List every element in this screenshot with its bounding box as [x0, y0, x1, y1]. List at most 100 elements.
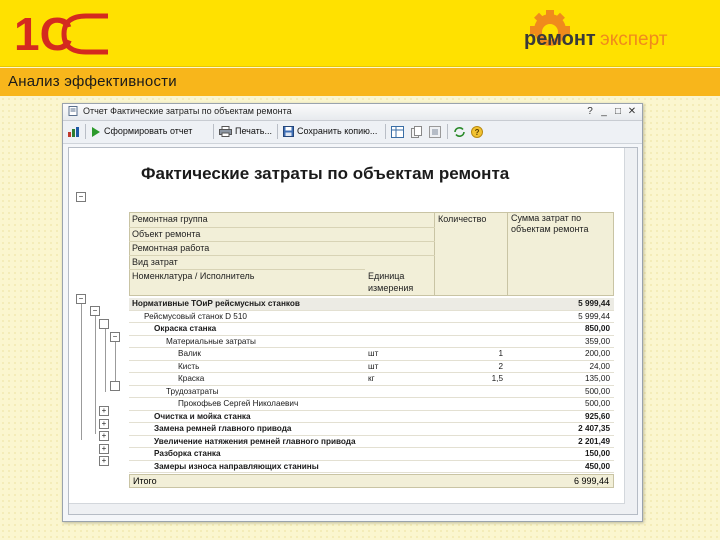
row-quantity: 1 [498, 349, 503, 358]
expand-row-toggle[interactable]: + [99, 419, 109, 429]
row-label: Валик [178, 349, 201, 358]
expand-row-toggle[interactable]: + [99, 431, 109, 441]
table-row[interactable]: Окраска станка 850,00 [129, 323, 614, 336]
table-row[interactable]: Замеры износа направляющих станины 450,00 [129, 461, 614, 474]
expand-row-toggle[interactable]: + [99, 444, 109, 454]
row-sum: 5 999,44 [578, 311, 610, 321]
row-label: Замена ремней главного привода [154, 424, 292, 433]
table-row[interactable]: Прокофьев Сергей Николаевич 500,00 [129, 398, 614, 411]
row-quantity [435, 423, 503, 436]
help-button[interactable]: ? [471, 124, 483, 139]
save-copy-button[interactable]: Сохранить копию... [283, 124, 377, 139]
generate-report-button[interactable]: Сформировать отчет [91, 124, 192, 139]
copy-button[interactable] [411, 124, 423, 139]
row-quantity: 1,5 [491, 374, 503, 383]
tree-line [95, 314, 96, 434]
row-unit: шт [368, 349, 379, 358]
question-icon: ? [471, 125, 483, 138]
row-sum: 450,00 [584, 461, 610, 471]
collapse-work-toggle[interactable] [99, 319, 109, 329]
collapse-group-toggle[interactable]: − [76, 294, 86, 304]
tree-line [105, 324, 106, 392]
row-unit [368, 298, 428, 311]
variant-icon [429, 125, 441, 138]
row-label: Материальные затраты [166, 336, 256, 346]
collapse-header-toggle[interactable]: − [76, 192, 86, 202]
row-unit [368, 323, 428, 336]
refresh-button[interactable] [453, 124, 466, 139]
table-row[interactable]: Нормативные ТОиР рейсмусных станков 5 999… [129, 298, 614, 311]
row-quantity [435, 298, 503, 311]
grouping-tree: − − − − + + + + + [69, 148, 127, 514]
header-unit: Единица измерения [368, 271, 414, 293]
total-label: Итого [133, 476, 157, 486]
print-button[interactable]: Печать... [219, 124, 272, 139]
row-quantity [435, 448, 503, 461]
table-row[interactable]: Замена ремней главного привода 2 407,35 [129, 423, 614, 436]
row-quantity [435, 436, 503, 449]
table-row[interactable]: Валик шт 1 200,00 [129, 348, 614, 361]
row-unit [368, 336, 428, 349]
header-sum: Сумма затрат по объектам ремонта [511, 213, 589, 234]
toolbar-separator [385, 124, 386, 139]
row-sum: 24,00 [589, 361, 611, 371]
row-quantity [435, 386, 503, 399]
toolbar-separator [213, 124, 214, 139]
remont-expert-logo: ремонт эксперт [524, 10, 668, 50]
table-row[interactable]: Разборка станка 150,00 [129, 448, 614, 461]
row-label: Окраска станка [154, 324, 217, 333]
slide-header: 1С ремонт эксперт [0, 0, 720, 67]
row-sum: 5 999,44 [578, 299, 610, 308]
row-quantity [435, 398, 503, 411]
row-sum: 200,00 [584, 349, 610, 358]
table-row[interactable]: Увеличение натяжения ремней главного при… [129, 436, 614, 449]
collapse-labor-toggle[interactable] [110, 381, 120, 391]
row-unit [368, 411, 428, 424]
row-label: Краска [178, 374, 205, 383]
total-row: Итого 6 999,44 [129, 474, 614, 488]
window-titlebar[interactable]: Отчет Фактические затраты по объектам ре… [63, 104, 642, 121]
horizontal-scrollbar[interactable] [69, 503, 625, 514]
row-sum: 500,00 [584, 386, 610, 396]
total-sum: 6 999,44 [573, 476, 609, 486]
row-quantity [435, 336, 503, 349]
collapse-object-toggle[interactable]: − [90, 306, 100, 316]
help-icon[interactable]: ? [583, 105, 597, 118]
maximize-icon[interactable]: □ [611, 105, 625, 118]
table-row[interactable]: Очистка и мойка станка 925,60 [129, 411, 614, 424]
bar-chart-icon [68, 126, 79, 137]
report-window: Отчет Фактические затраты по объектам ре… [62, 103, 643, 522]
svg-text:?: ? [475, 128, 480, 137]
header-repair-work: Ремонтная работа [129, 241, 435, 253]
row-label: Очистка и мойка станка [154, 411, 251, 421]
refresh-icon [454, 126, 465, 137]
collapse-cost-toggle[interactable]: − [110, 332, 120, 342]
report-doc-icon [68, 106, 78, 116]
expand-row-toggle[interactable]: + [99, 456, 109, 466]
chart-settings-button[interactable] [67, 124, 80, 139]
table-row[interactable]: Трудозатраты 500,00 [129, 386, 614, 399]
row-unit: шт [368, 361, 379, 371]
row-sum: 2 201,49 [578, 436, 610, 446]
table-row[interactable]: Краска кг 1,5 135,00 [129, 373, 614, 386]
1c-logo: 1С [14, 8, 108, 56]
header-repair-group: Ремонтная группа [132, 214, 208, 224]
close-icon[interactable]: ✕ [625, 105, 639, 118]
header-nomenclature: Номенклатура / Исполнитель [129, 269, 365, 281]
settings-button[interactable] [391, 124, 404, 139]
table-row[interactable]: Материальные затраты 359,00 [129, 336, 614, 349]
toolbar-separator [277, 124, 278, 139]
expand-row-toggle[interactable]: + [99, 406, 109, 416]
vertical-scrollbar[interactable] [624, 148, 637, 514]
row-quantity [435, 461, 503, 474]
section-band: Анализ эффективности [0, 68, 720, 96]
table-row[interactable]: Кисть шт 2 24,00 [129, 361, 614, 373]
minimize-icon[interactable]: _ [597, 105, 611, 118]
table-row[interactable]: Рейсмусовый станок D 510 5 999,44 [129, 311, 614, 323]
row-label: Увеличение натяжения ремней главного при… [154, 436, 356, 446]
floppy-disk-icon [283, 126, 294, 137]
variant-button[interactable] [429, 124, 441, 139]
toolbar-separator [85, 124, 86, 139]
row-unit [368, 461, 428, 474]
play-icon [92, 126, 100, 137]
